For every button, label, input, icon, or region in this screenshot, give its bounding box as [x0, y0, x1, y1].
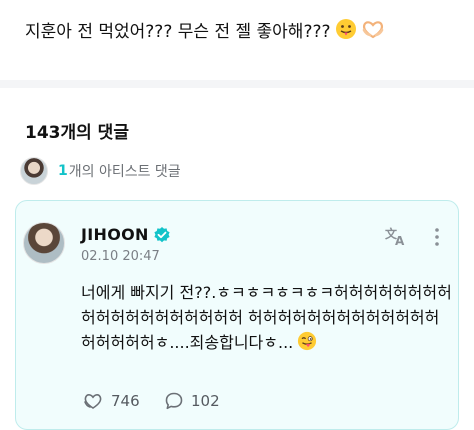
heart-hands-icon [84, 394, 102, 409]
post-text-content: 지훈아 전 먹었어??? 무슨 전 젤 좋아해??? [25, 22, 331, 42]
artist-avatar [20, 157, 48, 185]
verified-badge-icon [154, 227, 170, 243]
section-divider [0, 80, 474, 88]
comment-bubble-icon [165, 392, 183, 410]
comment-author-name[interactable]: JIHOON [81, 225, 149, 244]
comments-count-title: 143개의 댓글 [25, 123, 129, 143]
translate-icon[interactable]: 文 A [384, 225, 408, 247]
svg-text:A: A [395, 234, 405, 247]
post-text: 지훈아 전 먹었어??? 무슨 전 젤 좋아해??? [25, 18, 455, 46]
reply-button[interactable]: 102 [164, 390, 220, 412]
artist-comment-label: 개의 아티스트 댓글 [68, 164, 181, 180]
more-vertical-icon[interactable] [432, 226, 442, 248]
heart-hands-emoji-icon [361, 18, 385, 46]
like-button[interactable]: 746 [82, 390, 140, 412]
comment-body-text: 너에게 빠지기 전??.ㅎㅋㅎㅋㅎㅋㅎㅋ허허허허허허허허허허허허허허허허허허허 … [81, 283, 452, 352]
artist-comment-count: 1 [58, 163, 68, 179]
comment-body: 너에게 빠지기 전??.ㅎㅋㅎㅋㅎㅋㅎㅋ허허허허허허허허허허허허허허허허허허허 … [81, 280, 453, 358]
tongue-emoji-icon [335, 18, 357, 46]
comment-timestamp: 02.10 20:47 [81, 249, 160, 264]
artist-comments-filter[interactable]: 1 개의 아티스트 댓글 [20, 156, 181, 186]
reply-count: 102 [191, 392, 220, 410]
winking-tongue-emoji-icon [297, 331, 317, 358]
comment-author-avatar[interactable] [23, 222, 65, 264]
like-count: 746 [111, 392, 140, 410]
